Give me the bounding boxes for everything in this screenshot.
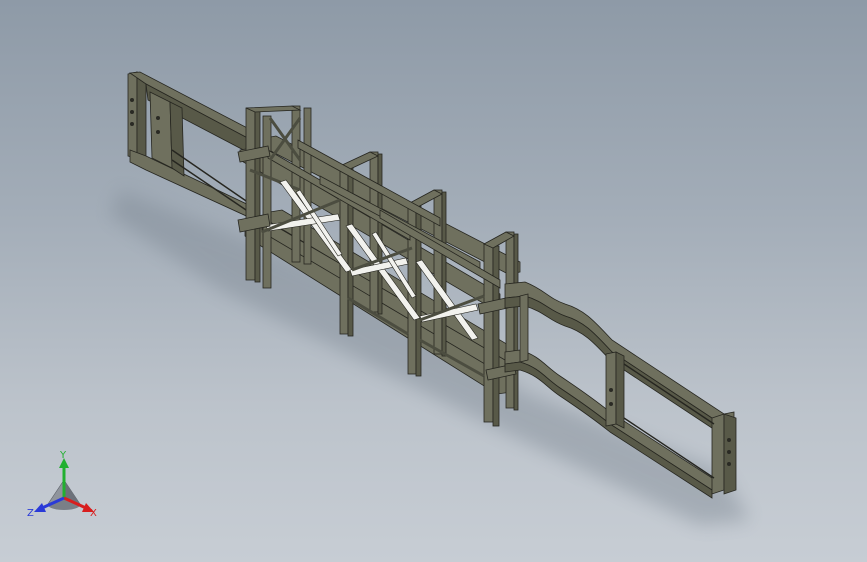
right-frame-section: [130, 98, 737, 499]
left-side-plate: [149, 91, 173, 169]
right-end-crossmember-face: [723, 413, 737, 495]
right-end-crossmember: [711, 413, 725, 495]
vehicle-frame-model[interactable]: [0, 0, 867, 562]
right-inner-rail: [623, 363, 715, 425]
triad-z-label: Z: [27, 508, 34, 519]
left-end-crossmember-face: [136, 71, 147, 163]
left-frame-section: [127, 71, 256, 221]
left-side-plate-2: [169, 101, 185, 177]
graphics-viewport[interactable]: Y X Z: [0, 0, 867, 562]
right-crossmember-1: [519, 293, 529, 363]
left-upper-rail: [128, 71, 256, 143]
left-end-crossmember: [127, 71, 138, 159]
axis-triad[interactable]: Y X Z: [22, 448, 104, 524]
triad-x-label: X: [90, 508, 97, 519]
triad-y-label: Y: [59, 450, 67, 461]
right-crossmember-2-face: [615, 351, 625, 429]
